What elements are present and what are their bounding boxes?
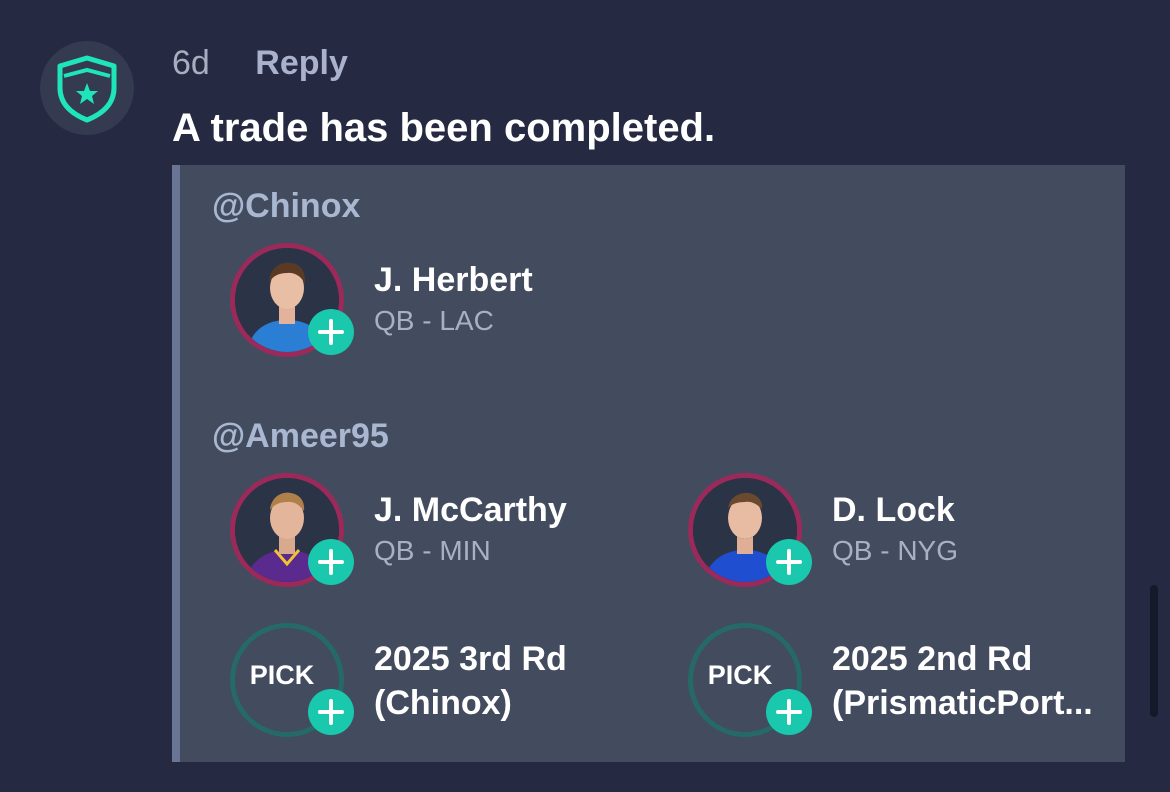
plus-icon — [318, 699, 344, 725]
bot-avatar[interactable] — [40, 41, 134, 135]
plus-icon — [318, 319, 344, 345]
trade-asset-player[interactable]: D. Lock QB - NYG — [688, 473, 1108, 591]
add-button[interactable] — [766, 689, 812, 735]
add-button[interactable] — [766, 539, 812, 585]
player-name: J. McCarthy — [374, 491, 567, 529]
player-position-team: QB - MIN — [374, 535, 491, 566]
comment-time: 6d — [172, 44, 210, 82]
scrollbar[interactable] — [1150, 585, 1158, 717]
trade-user-chinox[interactable]: @Chinox — [212, 187, 360, 226]
trade-card: @Chinox J. Herbert QB - LAC @Ameer95 J. … — [172, 165, 1125, 762]
plus-icon — [776, 699, 802, 725]
player-name: D. Lock — [832, 491, 955, 529]
trade-user-ameer95[interactable]: @Ameer95 — [212, 417, 389, 456]
add-button[interactable] — [308, 689, 354, 735]
shield-star-icon — [57, 55, 117, 123]
pick-owner: (PrismaticPort... — [832, 684, 1093, 722]
plus-icon — [318, 549, 344, 575]
pick-description: 2025 2nd Rd (PrismaticPort... — [832, 637, 1093, 725]
pick-description: 2025 3rd Rd (Chinox) — [374, 637, 567, 725]
player-position-team: QB - LAC — [374, 305, 494, 336]
pick-owner: (Chinox) — [374, 684, 512, 722]
plus-icon — [776, 549, 802, 575]
pick-round: 2025 3rd Rd — [374, 640, 567, 678]
add-button[interactable] — [308, 309, 354, 355]
trade-asset-player[interactable]: J. McCarthy QB - MIN — [230, 473, 650, 591]
player-name: J. Herbert — [374, 261, 533, 299]
player-position-team: QB - NYG — [832, 535, 959, 566]
trade-asset-player[interactable]: J. Herbert QB - LAC — [230, 243, 650, 361]
comment-message: A trade has been completed. — [172, 106, 716, 150]
trade-asset-pick[interactable]: PICK 2025 3rd Rd (Chinox) — [230, 623, 650, 741]
comment-meta: 6d Reply — [172, 43, 348, 83]
trade-asset-pick[interactable]: PICK 2025 2nd Rd (PrismaticPort... — [688, 623, 1108, 741]
pick-round: 2025 2nd Rd — [832, 640, 1033, 678]
add-button[interactable] — [308, 539, 354, 585]
reply-button[interactable]: Reply — [255, 44, 348, 82]
